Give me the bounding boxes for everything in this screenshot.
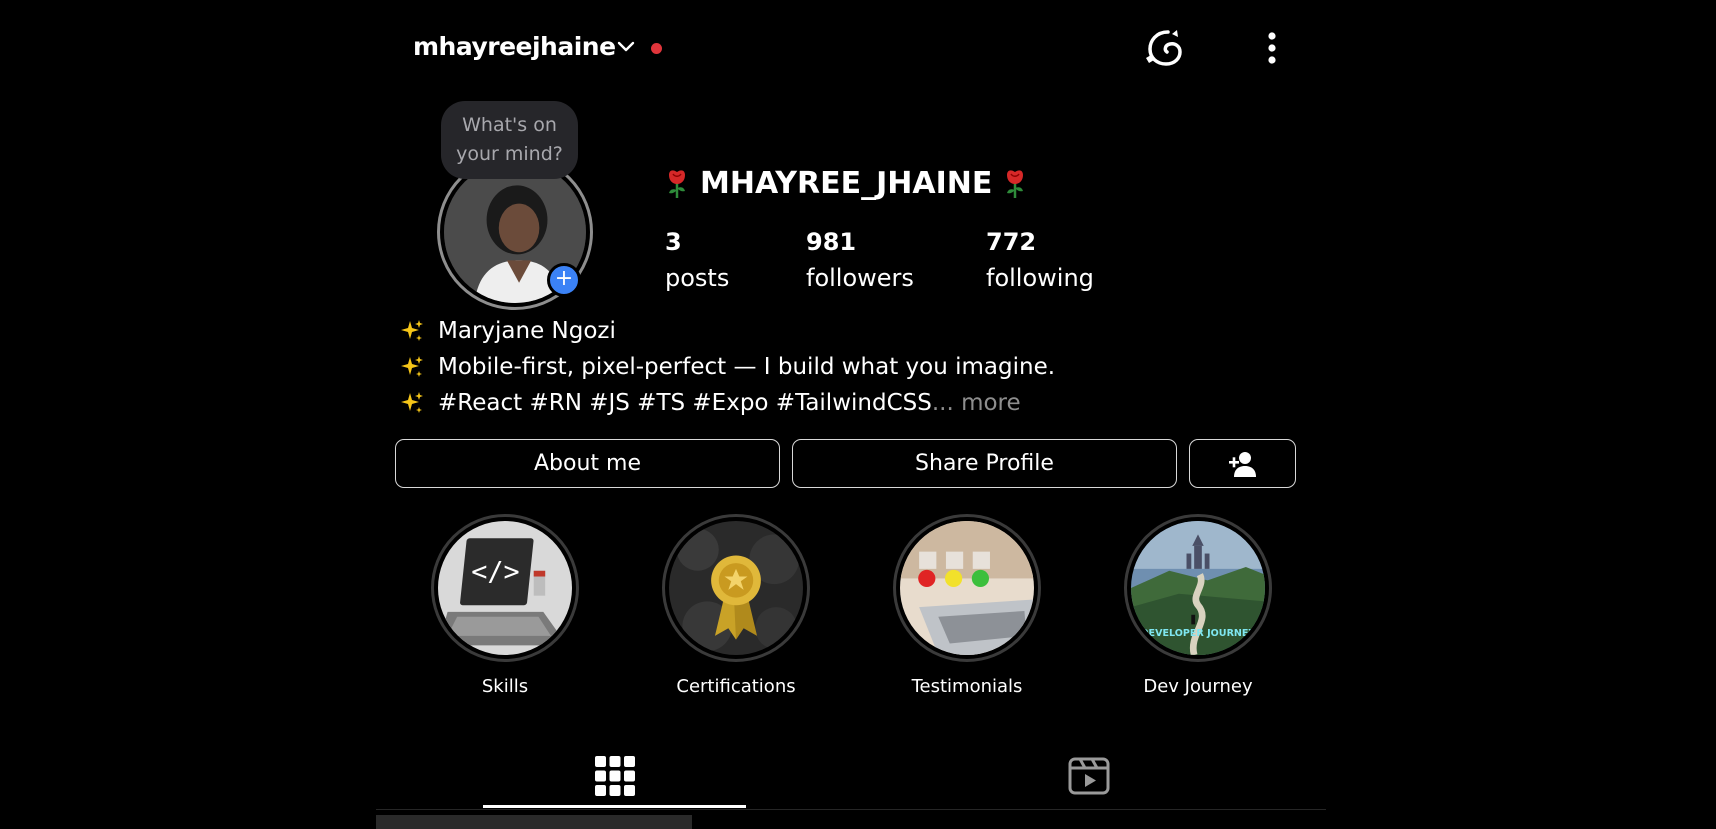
add-story-badge[interactable]: + bbox=[547, 263, 581, 297]
share-profile-button[interactable]: Share Profile bbox=[792, 439, 1177, 488]
rose-icon bbox=[669, 169, 685, 198]
highlight-skills[interactable]: </> Skills bbox=[430, 514, 580, 697]
display-name-text: MHAYREE_JHAINE bbox=[700, 166, 993, 201]
highlight-certifications-image bbox=[669, 521, 803, 655]
profile-display-name: MHAYREE_JHAINE bbox=[664, 166, 1028, 201]
stat-following[interactable]: 772 following bbox=[986, 224, 1094, 296]
bio-line: Mobile-first, pixel-perfect — I build wh… bbox=[400, 354, 1055, 380]
note-text: What's on your mind? bbox=[456, 114, 563, 165]
highlight-testimonials[interactable]: Testimonials bbox=[892, 514, 1042, 697]
bio-text: Mobile-first, pixel-perfect — I build wh… bbox=[438, 354, 1056, 380]
highlight-skills-image: </> bbox=[438, 521, 572, 655]
active-tab-indicator bbox=[483, 805, 746, 808]
add-person-icon bbox=[1228, 451, 1256, 477]
tab-reels[interactable] bbox=[957, 746, 1221, 806]
tab-divider bbox=[376, 809, 1326, 810]
more-vertical-icon[interactable] bbox=[1262, 30, 1282, 66]
highlight-dev-journey[interactable]: DEVELOPER JOURNEY Dev Journey bbox=[1123, 514, 1273, 697]
stat-following-value: 772 bbox=[986, 228, 1037, 256]
stat-followers-value: 981 bbox=[806, 228, 857, 256]
svg-text:</>: </> bbox=[471, 556, 519, 587]
stat-following-label: following bbox=[986, 264, 1094, 292]
tab-posts-grid[interactable] bbox=[483, 746, 747, 806]
bio-line: Maryjane Ngozi bbox=[400, 318, 616, 344]
chevron-down-icon[interactable] bbox=[616, 40, 636, 54]
highlight-testimonials-image bbox=[900, 521, 1034, 655]
about-me-button[interactable]: About me bbox=[395, 439, 780, 488]
stat-posts-label: posts bbox=[665, 264, 730, 292]
highlight-label: Certifications bbox=[676, 676, 796, 697]
stat-followers-label: followers bbox=[806, 264, 914, 292]
note-bubble[interactable]: What's on your mind? bbox=[441, 101, 578, 179]
bio-text: Maryjane Ngozi bbox=[438, 318, 616, 344]
journey-text: DEVELOPER JOURNEY bbox=[1141, 628, 1257, 639]
account-username[interactable]: mhayreejhaine bbox=[413, 32, 616, 61]
highlight-label: Testimonials bbox=[911, 676, 1023, 697]
rose-icon bbox=[1007, 169, 1024, 198]
highlight-label: Dev Journey bbox=[1143, 676, 1253, 697]
highlight-certifications[interactable]: Certifications bbox=[661, 514, 811, 697]
bio-text: #React #RN #JS #TS #Expo #TailwindCSS bbox=[438, 390, 932, 416]
sparkles-icon bbox=[401, 320, 423, 341]
threads-logo-icon[interactable] bbox=[1142, 28, 1186, 68]
add-person-button[interactable] bbox=[1189, 439, 1296, 488]
bio-more-link[interactable]: ... more bbox=[932, 390, 1021, 416]
grid-icon bbox=[595, 756, 635, 796]
status-dot bbox=[651, 43, 662, 54]
sparkles-icon bbox=[401, 356, 423, 377]
reels-icon bbox=[1068, 757, 1110, 795]
stat-followers[interactable]: 981 followers bbox=[806, 224, 914, 296]
bio-line: #React #RN #JS #TS #Expo #TailwindCSS...… bbox=[400, 390, 1021, 416]
stat-posts-value: 3 bbox=[665, 228, 682, 256]
stat-posts[interactable]: 3 posts bbox=[665, 224, 729, 296]
highlight-dev-journey-image: DEVELOPER JOURNEY bbox=[1131, 521, 1265, 655]
post-thumbnail[interactable] bbox=[376, 815, 692, 829]
sparkles-icon bbox=[401, 392, 423, 413]
highlight-label: Skills bbox=[481, 676, 529, 697]
